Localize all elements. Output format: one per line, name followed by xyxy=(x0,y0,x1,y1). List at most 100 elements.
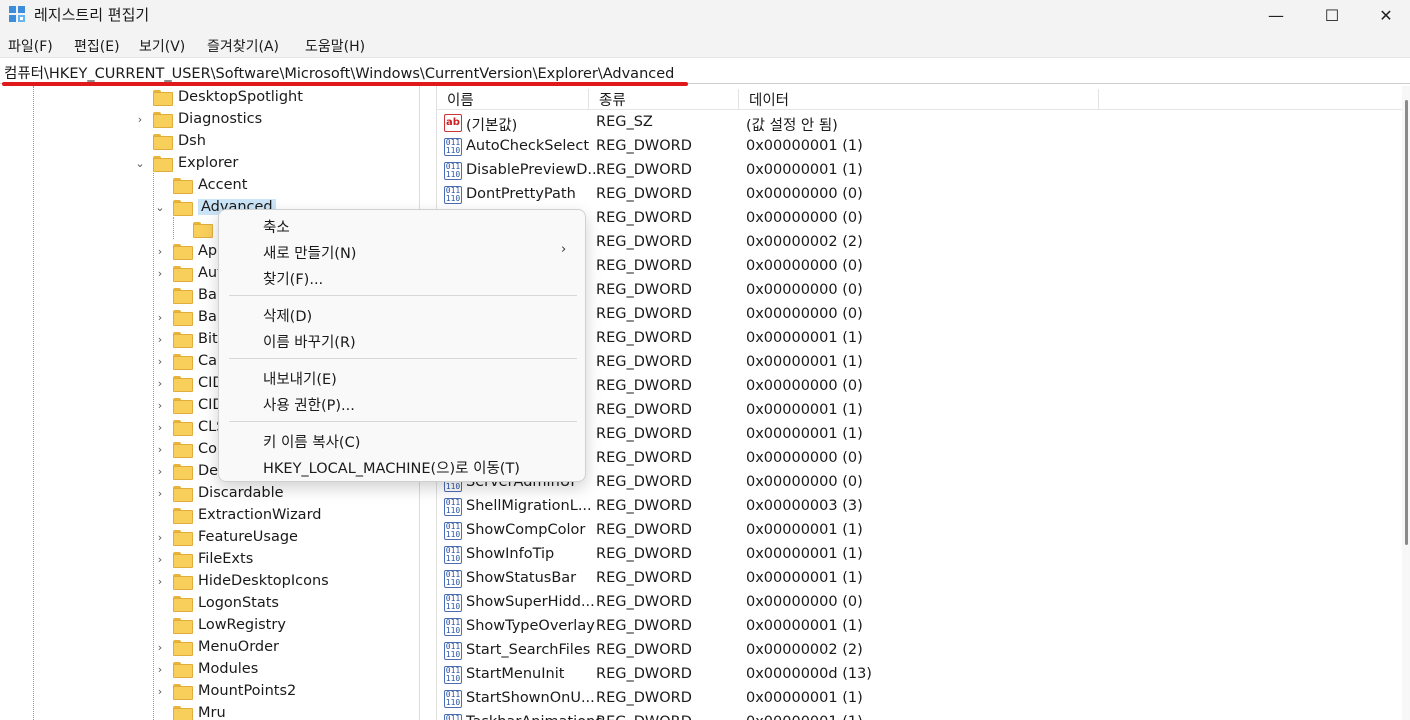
chevron-right-icon[interactable]: › xyxy=(153,377,167,390)
tree-item[interactable]: Dsh xyxy=(133,130,206,152)
minimize-button[interactable]: — xyxy=(1248,0,1304,30)
menu-separator xyxy=(229,421,577,422)
menu-view[interactable]: 보기(V) xyxy=(139,36,185,56)
column-header-data[interactable]: 데이터 xyxy=(739,89,1099,109)
chevron-right-icon[interactable]: › xyxy=(153,465,167,478)
chevron-right-icon[interactable]: › xyxy=(153,531,167,544)
table-row[interactable]: 011110010ShowSuperHidd...REG_DWORD 0x0000… xyxy=(437,591,1410,615)
ctx-export[interactable]: 내보내기(E) xyxy=(263,368,337,389)
value-data: 0x00000001 (1) xyxy=(746,162,863,178)
tree-item[interactable]: LowRegistry xyxy=(153,614,286,636)
tree-item[interactable]: › FileExts xyxy=(153,548,253,570)
close-button[interactable]: ✕ xyxy=(1358,0,1410,30)
chevron-right-icon[interactable]: › xyxy=(153,333,167,346)
chevron-right-icon[interactable]: › xyxy=(153,311,167,324)
table-row[interactable]: 011110010ShowTypeOverlayREG_DWORD 0x00000… xyxy=(437,615,1410,639)
maximize-button[interactable]: ☐ xyxy=(1304,0,1360,30)
ctx-new[interactable]: 새로 만들기(N) xyxy=(263,242,356,263)
chevron-right-icon[interactable]: › xyxy=(153,663,167,676)
chevron-right-icon[interactable]: › xyxy=(153,641,167,654)
tree-item[interactable]: › Modules xyxy=(153,658,258,680)
chevron-right-icon[interactable]: › xyxy=(153,553,167,566)
folder-icon xyxy=(173,684,193,700)
tree-item[interactable]: ExtractionWizard xyxy=(153,504,321,526)
tree-item[interactable]: LogonStats xyxy=(153,592,279,614)
table-row[interactable]: 011110010 TaskbarAnimationsREG_DWORD 0x000… xyxy=(437,711,1410,720)
chevron-right-icon[interactable]: › xyxy=(153,487,167,500)
binary-value-icon: 011110010 xyxy=(444,522,462,540)
ctx-delete[interactable]: 삭제(D) xyxy=(263,305,312,326)
value-type: REG_DWORD xyxy=(596,498,692,514)
column-header-type[interactable]: 종류 xyxy=(589,89,739,109)
table-row[interactable]: 011110010StartShownOnU...REG_DWORD 0x0000… xyxy=(437,687,1410,711)
value-data: 0x00000000 (0) xyxy=(746,378,863,394)
tree-item-label: MountPoints2 xyxy=(198,683,297,699)
value-type: REG_DWORD xyxy=(596,666,692,682)
chevron-right-icon[interactable]: › xyxy=(153,421,167,434)
table-row[interactable]: 011110010ShowStatusBar REG_DWORD 0x0000000… xyxy=(437,567,1410,591)
chevron-right-icon[interactable]: › xyxy=(133,113,147,126)
value-type: REG_DWORD xyxy=(596,522,692,538)
tree-item[interactable]: › BitB xyxy=(153,328,228,350)
chevron-right-icon[interactable]: › xyxy=(153,575,167,588)
value-type: REG_DWORD xyxy=(596,330,692,346)
ctx-go-to-hklm[interactable]: HKEY_LOCAL_MACHINE(으)로 이동(T) xyxy=(263,457,520,478)
tree-item[interactable]: › App xyxy=(153,240,226,262)
value-type: REG_DWORD xyxy=(596,354,692,370)
binary-value-icon: 011110010 xyxy=(444,498,462,516)
value-data: 0x00000001 (1) xyxy=(746,354,863,370)
value-type: REG_DWORD xyxy=(596,258,692,274)
address-path[interactable]: 컴퓨터\HKEY_CURRENT_USER\Software\Microsoft… xyxy=(4,62,674,83)
table-row[interactable]: ab (기본값) REG_SZ (값 설정 안 됨) xyxy=(437,111,1410,135)
value-type: REG_DWORD xyxy=(596,378,692,394)
tree-item[interactable]: › FeatureUsage xyxy=(153,526,298,548)
value-data: 0x00000003 (3) xyxy=(746,498,863,514)
menu-help[interactable]: 도움말(H) xyxy=(305,36,365,56)
chevron-right-icon[interactable]: › xyxy=(153,399,167,412)
tree-item[interactable]: › Discardable xyxy=(153,482,284,504)
tree-item[interactable]: ⌄ Explorer xyxy=(133,152,238,174)
tree-item[interactable]: DesktopSpotlight xyxy=(133,86,303,108)
folder-icon xyxy=(173,398,193,414)
table-row[interactable]: 011110010AutoCheckSelect REG_DWORD 0x00000… xyxy=(437,135,1410,159)
tree-item[interactable]: › MenuOrder xyxy=(153,636,279,658)
chevron-down-icon[interactable]: ⌄ xyxy=(133,157,147,170)
scrollbar-thumb[interactable] xyxy=(1405,100,1408,545)
menu-file[interactable]: 파일(F) xyxy=(8,36,53,56)
tree-item[interactable]: › MountPoints2 xyxy=(153,680,296,702)
value-data: 0x00000000 (0) xyxy=(746,258,863,274)
chevron-right-icon[interactable]: › xyxy=(153,267,167,280)
folder-icon xyxy=(173,332,193,348)
table-row[interactable]: 011110010ShowInfoTip REG_DWORD 0x00000001 … xyxy=(437,543,1410,567)
ctx-rename[interactable]: 이름 바꾸기(R) xyxy=(263,331,356,352)
folder-icon xyxy=(173,178,193,194)
ctx-collapse[interactable]: 축소 xyxy=(263,216,290,237)
value-data: 0x00000001 (1) xyxy=(746,714,863,720)
tree-item[interactable]: Mru xyxy=(153,702,226,720)
table-row[interactable]: 011110010Start_SearchFiles REG_DWORD 0x000… xyxy=(437,639,1410,663)
tree-item[interactable]: Accent xyxy=(153,174,247,196)
table-row[interactable]: 011110010ShowCompColor REG_DWORD 0x0000000… xyxy=(437,519,1410,543)
chevron-down-icon[interactable]: ⌄ xyxy=(153,201,167,214)
value-type: REG_DWORD xyxy=(596,690,692,706)
ctx-permissions[interactable]: 사용 권한(P)... xyxy=(263,394,355,415)
value-name: ShowSuperHidd... xyxy=(466,594,595,610)
menu-favorites[interactable]: 즐겨찾기(A) xyxy=(207,36,279,56)
tree-item[interactable]: › Diagnostics xyxy=(133,108,262,130)
table-row[interactable]: 011110010ShellMigrationL...REG_DWORD 0x00… xyxy=(437,495,1410,519)
address-bar[interactable]: 컴퓨터\HKEY_CURRENT_USER\Software\Microsoft… xyxy=(0,58,1410,84)
tree-item[interactable]: › Cab xyxy=(153,350,226,372)
table-row[interactable]: 011110010DisablePreviewD...REG_DWORD 0x00… xyxy=(437,159,1410,183)
chevron-right-icon[interactable]: › xyxy=(153,355,167,368)
table-row[interactable]: 011110010StartMenuInit REG_DWORD 0x0000000… xyxy=(437,663,1410,687)
tree-item-label: ExtractionWizard xyxy=(198,507,322,523)
chevron-right-icon[interactable]: › xyxy=(153,685,167,698)
table-row[interactable]: 011110010DontPrettyPath REG_DWORD 0x000000… xyxy=(437,183,1410,207)
ctx-find[interactable]: 찾기(F)... xyxy=(263,268,323,289)
chevron-right-icon[interactable]: › xyxy=(153,443,167,456)
chevron-right-icon[interactable]: › xyxy=(153,245,167,258)
column-header-name[interactable]: 이름 xyxy=(437,89,589,109)
menu-edit[interactable]: 편집(E) xyxy=(74,36,120,56)
ctx-copy-key-name[interactable]: 키 이름 복사(C) xyxy=(263,431,360,452)
tree-item[interactable]: › HideDesktopIcons xyxy=(153,570,329,592)
